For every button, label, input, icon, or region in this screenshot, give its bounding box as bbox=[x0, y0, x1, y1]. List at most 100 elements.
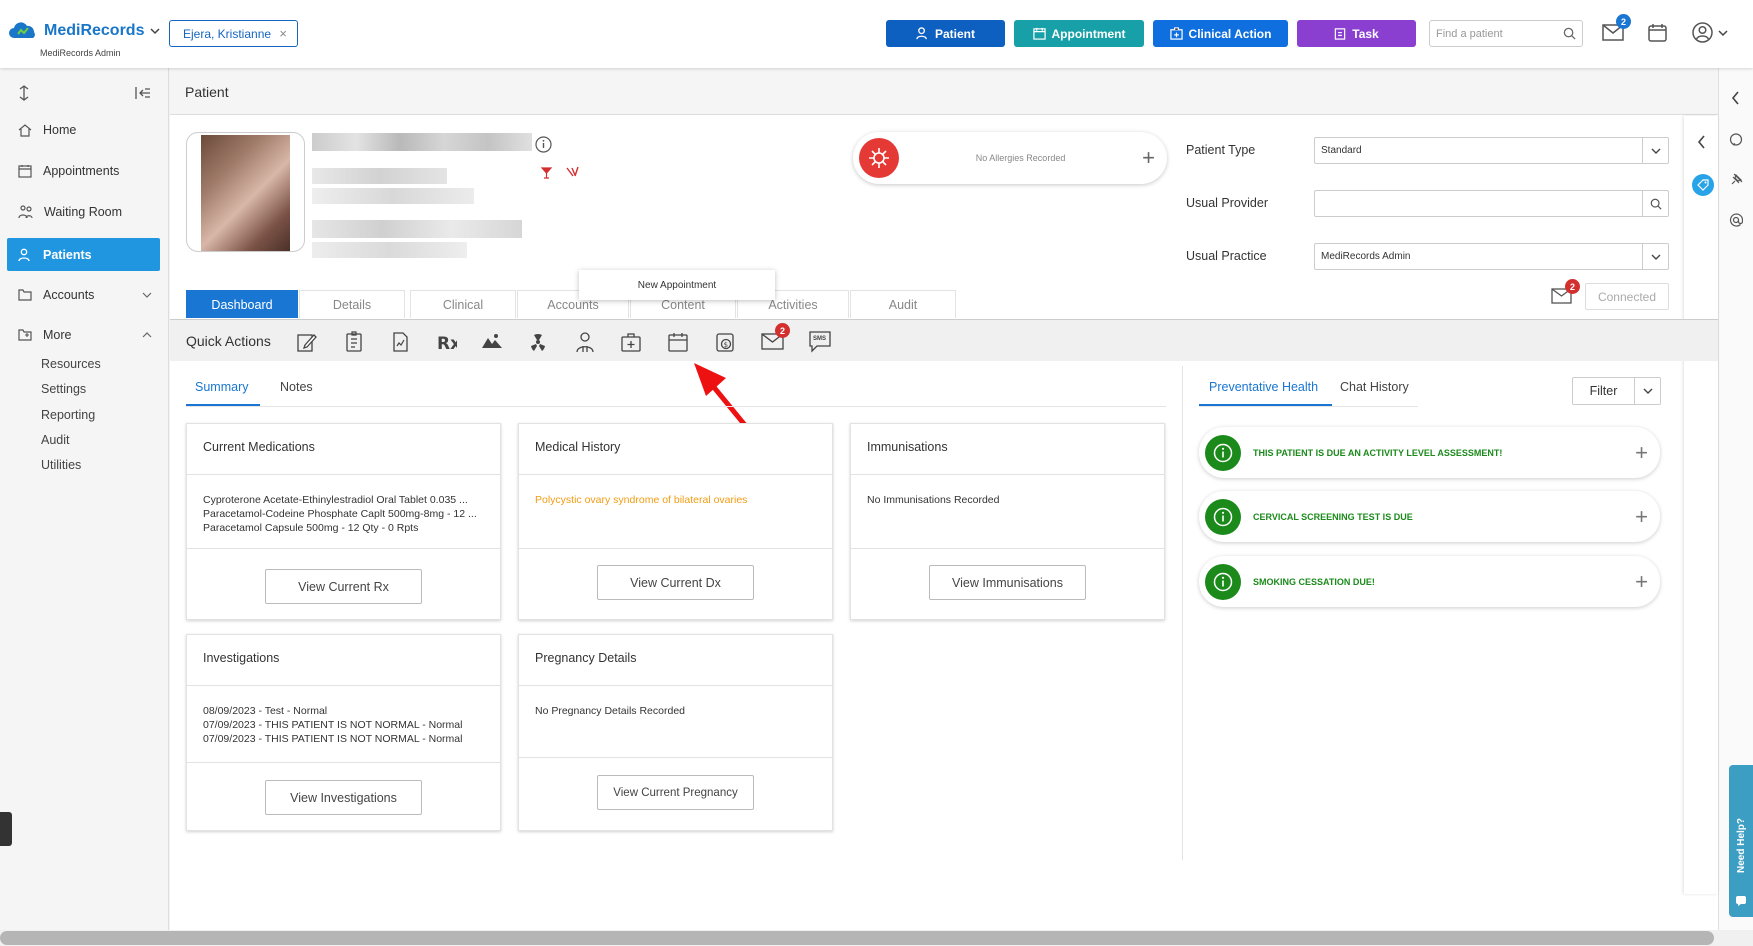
clinical-action-button[interactable]: Clinical Action bbox=[1153, 20, 1288, 47]
app-logo[interactable]: MediRecords bbox=[8, 22, 160, 40]
pregnancy-details-card: Pregnancy Details No Pregnancy Details R… bbox=[518, 634, 833, 831]
need-help-tab[interactable]: Need Help? bbox=[1729, 765, 1753, 917]
messages-button[interactable]: 2 bbox=[1602, 14, 1631, 41]
sidebar-subitem-resources[interactable]: Resources bbox=[41, 357, 101, 371]
patient-type-select[interactable]: Standard bbox=[1314, 137, 1669, 164]
patient-search-input[interactable]: Find a patient bbox=[1429, 20, 1583, 47]
medical-case-icon[interactable] bbox=[620, 331, 642, 353]
chevron-left-icon[interactable] bbox=[1731, 91, 1740, 105]
tag-button[interactable] bbox=[1692, 174, 1714, 196]
patient-detail-redacted bbox=[312, 188, 474, 204]
expand-vertical-icon[interactable] bbox=[17, 85, 31, 101]
clipboard-icon bbox=[1335, 28, 1346, 40]
right-panel-strip bbox=[1684, 116, 1718, 894]
card-title: Immunisations bbox=[867, 440, 948, 454]
chevron-down-icon[interactable] bbox=[150, 26, 160, 36]
search-icon[interactable] bbox=[1563, 27, 1576, 40]
billing-icon[interactable]: $ bbox=[714, 331, 736, 353]
add-icon[interactable]: + bbox=[1635, 569, 1648, 595]
subtab-notes[interactable]: Notes bbox=[280, 380, 313, 394]
chevron-down-icon[interactable] bbox=[1642, 244, 1668, 269]
view-immunisations-button[interactable]: View Immunisations bbox=[929, 565, 1086, 600]
new-task-button[interactable]: Task bbox=[1297, 20, 1416, 47]
tab-chat-history[interactable]: Chat History bbox=[1340, 380, 1409, 394]
org-name: MediRecords Admin bbox=[40, 48, 121, 58]
top-bar: MediRecords MediRecords Admin Ejera, Kri… bbox=[0, 0, 1753, 68]
new-appointment-tooltip: New Appointment bbox=[579, 270, 775, 300]
patients-icon bbox=[18, 248, 30, 261]
referral-icon[interactable] bbox=[574, 331, 596, 353]
collapse-sidebar-icon[interactable] bbox=[135, 86, 151, 100]
add-allergy-button[interactable]: + bbox=[1142, 145, 1155, 171]
pin-icon[interactable] bbox=[1729, 173, 1743, 187]
usual-provider-label: Usual Provider bbox=[1186, 196, 1268, 210]
preventative-item-text: CERVICAL SCREENING TEST IS DUE bbox=[1253, 511, 1413, 522]
sidebar-subitem-utilities[interactable]: Utilities bbox=[41, 458, 81, 472]
chevron-down-icon[interactable] bbox=[1642, 138, 1668, 163]
connected-button[interactable]: Connected bbox=[1585, 283, 1669, 310]
page-title: Patient bbox=[185, 84, 229, 100]
info-icon[interactable] bbox=[535, 136, 552, 153]
view-current-rx-button[interactable]: View Current Rx bbox=[265, 569, 422, 604]
patient-photo[interactable] bbox=[186, 132, 305, 252]
active-patient-chip[interactable]: Ejera, Kristianne × bbox=[169, 20, 298, 47]
subtab-divider bbox=[186, 406, 1166, 407]
add-icon[interactable]: + bbox=[1635, 504, 1648, 530]
search-icon[interactable] bbox=[1642, 191, 1668, 216]
chevron-down-icon[interactable] bbox=[1634, 378, 1660, 404]
usual-provider-input[interactable] bbox=[1314, 190, 1669, 217]
view-investigations-button[interactable]: View Investigations bbox=[265, 780, 422, 815]
close-icon[interactable]: × bbox=[279, 26, 287, 41]
horizontal-scrollbar-thumb[interactable] bbox=[0, 931, 1714, 945]
list-item[interactable]: Polycystic ovary syndrome of bilateral o… bbox=[535, 493, 747, 507]
document-icon[interactable] bbox=[343, 331, 365, 353]
sidebar-subitem-settings[interactable]: Settings bbox=[41, 382, 86, 396]
new-patient-button[interactable]: Patient bbox=[886, 20, 1005, 47]
calendar-icon[interactable] bbox=[667, 331, 689, 353]
sidebar-subitem-reporting[interactable]: Reporting bbox=[41, 408, 95, 422]
sms-button[interactable]: SMS bbox=[808, 329, 832, 353]
usual-practice-select[interactable]: MediRecords Admin bbox=[1314, 243, 1669, 270]
sidebar-item-appointments[interactable]: Appointments bbox=[7, 154, 160, 187]
at-sign-icon[interactable] bbox=[1729, 213, 1743, 227]
edit-icon[interactable] bbox=[296, 331, 318, 353]
preventative-item: CERVICAL SCREENING TEST IS DUE + bbox=[1199, 491, 1660, 542]
tab-audit[interactable]: Audit bbox=[850, 290, 956, 318]
view-current-pregnancy-button[interactable]: View Current Pregnancy bbox=[597, 775, 754, 810]
diagnosis-list: Polycystic ovary syndrome of bilateral o… bbox=[535, 493, 747, 507]
tab-clinical[interactable]: Clinical bbox=[410, 290, 516, 318]
view-current-dx-button[interactable]: View Current Dx bbox=[597, 565, 754, 600]
comment-icon[interactable] bbox=[1729, 133, 1743, 147]
chevron-left-icon[interactable] bbox=[1697, 135, 1706, 149]
allergy-status-badge bbox=[859, 138, 899, 178]
imaging-icon[interactable] bbox=[481, 331, 503, 353]
sidebar-item-more[interactable]: More bbox=[7, 318, 160, 351]
sidebar-item-accounts[interactable]: Accounts bbox=[7, 278, 160, 311]
chevron-down-icon bbox=[142, 292, 152, 298]
patient-messages-button[interactable]: 2 bbox=[1551, 279, 1580, 304]
svg-text:Rx: Rx bbox=[437, 334, 457, 353]
chart-document-icon[interactable] bbox=[389, 331, 411, 353]
new-appointment-button[interactable]: Appointment bbox=[1014, 20, 1144, 47]
info-icon bbox=[1205, 498, 1241, 535]
investigations-card: Investigations 08/09/2023 - Test - Norma… bbox=[186, 634, 501, 831]
usual-practice-label: Usual Practice bbox=[1186, 249, 1267, 263]
tab-details[interactable]: Details bbox=[299, 290, 405, 318]
rx-icon[interactable]: Rx bbox=[435, 331, 457, 353]
radiation-icon[interactable] bbox=[527, 331, 549, 353]
subtab-summary[interactable]: Summary bbox=[195, 380, 248, 394]
patient-photo-image bbox=[201, 135, 290, 251]
filter-dropdown[interactable]: Filter bbox=[1572, 377, 1661, 405]
tab-preventative-health[interactable]: Preventative Health bbox=[1209, 380, 1318, 394]
side-widget-tab[interactable] bbox=[0, 812, 12, 846]
calendar-button[interactable] bbox=[1648, 23, 1667, 42]
add-icon[interactable]: + bbox=[1635, 440, 1648, 466]
sidebar-subitem-audit[interactable]: Audit bbox=[41, 433, 70, 447]
user-menu[interactable] bbox=[1692, 22, 1728, 43]
immunisation-list: No Immunisations Recorded bbox=[867, 493, 999, 507]
send-mail-button[interactable]: 2 bbox=[761, 323, 790, 350]
sidebar-item-patients[interactable]: Patients bbox=[7, 238, 160, 271]
tab-dashboard[interactable]: Dashboard bbox=[186, 290, 298, 318]
sidebar-item-waiting-room[interactable]: Waiting Room bbox=[7, 195, 160, 228]
sidebar-item-home[interactable]: Home bbox=[7, 113, 160, 146]
